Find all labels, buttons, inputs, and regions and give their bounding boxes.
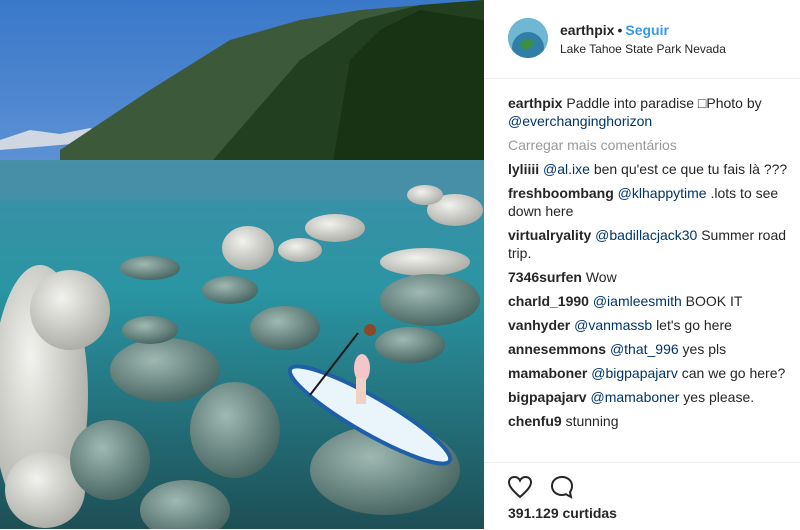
header-user-line: earthpix • Seguir: [560, 22, 669, 38]
comment-text: BOOK IT: [685, 293, 743, 309]
comment-text: let's go here: [656, 317, 732, 333]
comment-user[interactable]: bigpapajarv: [508, 389, 587, 405]
post-header: earthpix • Seguir Lake Tahoe State Park Ne…: [484, 0, 800, 79]
comment-mention[interactable]: @that_996: [610, 341, 679, 357]
comment-item: chenfu9 stunning: [508, 412, 794, 430]
post-panel: earthpix • Seguir Lake Tahoe State Park Ne…: [484, 0, 800, 529]
comment-user[interactable]: virtualryality: [508, 227, 591, 243]
comment-text: yes pls: [682, 341, 727, 357]
post-photo[interactable]: [0, 0, 484, 529]
comment-mention[interactable]: @vanmassb: [574, 317, 652, 333]
comment-item: virtualryality @badillacjack30 Summer ro…: [508, 226, 794, 262]
caption-text: Paddle into paradise □Photo by: [566, 95, 762, 111]
comment-user[interactable]: mamaboner: [508, 365, 587, 381]
comment-mention[interactable]: @al.ixe: [543, 161, 590, 177]
caption: earthpix Paddle into paradise □Photo by …: [508, 94, 794, 130]
caption-mention[interactable]: @everchanginghorizon: [508, 113, 652, 129]
action-bar: 391.129 curtidas: [484, 462, 800, 530]
caption-username[interactable]: earthpix: [508, 95, 562, 111]
comments-list: earthpix Paddle into paradise □Photo by …: [508, 94, 794, 436]
location-link[interactable]: Lake Tahoe State Park Nevada: [560, 42, 726, 56]
comment-text: Wow: [585, 269, 617, 285]
comment-item: vanhyder @vanmassb let's go here: [508, 316, 794, 334]
comment-user[interactable]: annesemmons: [508, 341, 606, 357]
separator-dot: •: [617, 22, 623, 38]
comment-mention[interactable]: @klhappytime: [618, 185, 707, 201]
likes-count[interactable]: 391.129 curtidas: [508, 505, 617, 521]
comment-item: 7346surfen Wow: [508, 268, 794, 286]
username-link[interactable]: earthpix: [560, 22, 614, 38]
comment-mention[interactable]: @iamleesmith: [593, 293, 682, 309]
comment-text: yes please.: [683, 389, 755, 405]
comment-item: bigpapajarv @mamaboner yes please.: [508, 388, 794, 406]
comment-item: lyliiii @al.ixe ben qu'est ce que tu fai…: [508, 160, 794, 178]
comment-user[interactable]: vanhyder: [508, 317, 570, 333]
comment-text: can we go here?: [681, 365, 786, 381]
comment-user[interactable]: freshboombang: [508, 185, 614, 201]
earth-icon: [508, 18, 548, 58]
comment-mention[interactable]: @badillacjack30: [595, 227, 697, 243]
comment-item: annesemmons @that_996 yes pls: [508, 340, 794, 358]
comment-item: charld_1990 @iamleesmith BOOK IT: [508, 292, 794, 310]
load-more-comments[interactable]: Carregar mais comentários: [508, 136, 794, 154]
follow-button[interactable]: Seguir: [625, 22, 669, 38]
comment-user[interactable]: charld_1990: [508, 293, 589, 309]
comment-user[interactable]: 7346surfen: [508, 269, 582, 285]
comment-user[interactable]: chenfu9: [508, 413, 562, 429]
avatar[interactable]: [508, 18, 548, 58]
comment-item: mamaboner @bigpapajarv can we go here?: [508, 364, 794, 382]
comment-user[interactable]: lyliiii: [508, 161, 539, 177]
comment-icon[interactable]: [548, 473, 576, 501]
lake-tahoe-photo: [0, 0, 484, 529]
comment-item: freshboombang @klhappytime .lots to see …: [508, 184, 794, 220]
heart-icon[interactable]: [506, 473, 534, 501]
comment-text: stunning: [565, 413, 619, 429]
comment-text: ben qu'est ce que tu fais là ???: [593, 161, 788, 177]
comment-mention[interactable]: @mamaboner: [590, 389, 679, 405]
comment-mention[interactable]: @bigpapajarv: [591, 365, 678, 381]
